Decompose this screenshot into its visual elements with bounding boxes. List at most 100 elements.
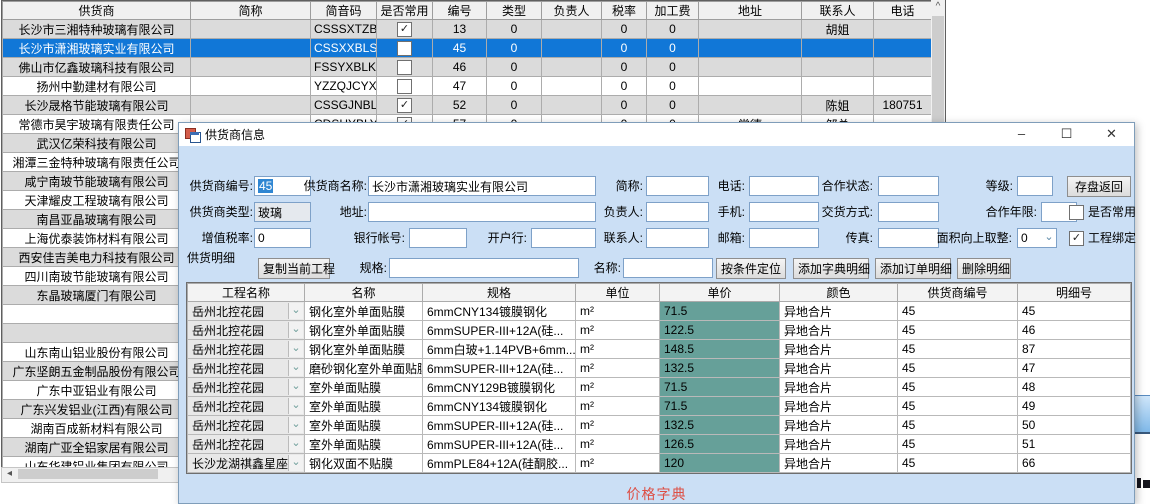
project-combo[interactable]: 岳州北控花园⌄	[188, 435, 305, 454]
phone-field[interactable]	[749, 176, 819, 196]
supplier-cell[interactable]	[377, 58, 433, 77]
detail-cell[interactable]: 148.5	[660, 340, 780, 359]
supplier-cell[interactable]: 180751	[874, 96, 932, 115]
supplier-cell[interactable]	[3, 305, 191, 324]
supplier-cell[interactable]: 46	[433, 58, 487, 77]
detail-row[interactable]: 岳州北控花园⌄钢化室外单面贴膜6mm白玻+1.14PVB+6mm...m²148…	[188, 340, 1131, 359]
supplier-cell[interactable]	[802, 77, 874, 96]
detail-cell[interactable]: 49	[1018, 397, 1131, 416]
supplier-cell[interactable]: 上海优泰装饰材料有限公司	[3, 229, 191, 248]
supplier-cell[interactable]: 0	[647, 39, 699, 58]
supplier-cell[interactable]: 常德市昊宇玻璃有限责任公司	[3, 115, 191, 134]
supplier-cell[interactable]: 武汉亿荣科技有限公司	[3, 134, 191, 153]
checkbox-icon[interactable]	[397, 41, 412, 56]
chevron-down-icon[interactable]: ⌄	[288, 303, 303, 319]
detail-cell[interactable]: 异地合片	[780, 416, 898, 435]
checkbox-icon[interactable]	[397, 79, 412, 94]
detail-cell[interactable]: 132.5	[660, 416, 780, 435]
detail-cell[interactable]: m²	[576, 302, 660, 321]
grade-field[interactable]	[1017, 176, 1053, 196]
supplier-cell[interactable]: 47	[433, 77, 487, 96]
supplier-cell[interactable]	[542, 58, 602, 77]
supplier-cell[interactable]: 0	[487, 96, 542, 115]
column-header[interactable]: 负责人	[542, 2, 602, 20]
supplier-cell[interactable]	[542, 39, 602, 58]
supplier-row[interactable]: 佛山市亿鑫玻璃科技有限公司FSSYXBLKJ...46000	[3, 58, 932, 77]
detail-cell[interactable]: 45	[898, 378, 1018, 397]
supplier-cell[interactable]	[802, 39, 874, 58]
detail-cell[interactable]: 6mmCNY129B镀膜钢化	[423, 378, 576, 397]
detail-cell[interactable]: 122.5	[660, 321, 780, 340]
detail-cell[interactable]: 45	[898, 321, 1018, 340]
supplier-cell[interactable]	[874, 39, 932, 58]
detail-cell[interactable]: 120	[660, 454, 780, 473]
supplier-cell[interactable]: 0	[647, 58, 699, 77]
supplier-cell[interactable]: ✓	[377, 96, 433, 115]
detail-cell[interactable]: 异地合片	[780, 454, 898, 473]
supplier-cell[interactable]	[542, 20, 602, 39]
detail-cell[interactable]: 48	[1018, 378, 1131, 397]
detail-column-header[interactable]: 单价	[660, 284, 780, 302]
supplier-cell[interactable]: 0	[487, 20, 542, 39]
chevron-down-icon[interactable]: ⌄	[288, 417, 303, 433]
column-header[interactable]: 类型	[487, 2, 542, 20]
detail-cell[interactable]: 45	[898, 435, 1018, 454]
checkbox-checked-icon[interactable]: ✓	[397, 98, 412, 113]
supplier-cell[interactable]: 山东南山铝业股份有限公司	[3, 343, 191, 362]
detail-cell[interactable]: 6mmCNY134镀膜钢化	[423, 302, 576, 321]
project-combo[interactable]: 岳州北控花园⌄	[188, 378, 305, 397]
detail-row[interactable]: 岳州北控花园⌄室外单面贴膜6mmCNY129B镀膜钢化m²71.5异地合片454…	[188, 378, 1131, 397]
supplier-cell[interactable]: 湘潭三金特种玻璃有限责任公司	[3, 153, 191, 172]
minimize-icon[interactable]: –	[999, 123, 1044, 146]
supplier-cell[interactable]	[699, 20, 802, 39]
supplier-cell[interactable]	[191, 20, 311, 39]
chevron-down-icon[interactable]: ⌄	[1042, 229, 1056, 247]
supplier-row[interactable]: 长沙晟格节能玻璃有限公司CSSGJNBLYXGS✓52000陈姐180751	[3, 96, 932, 115]
detail-cell[interactable]: 异地合片	[780, 397, 898, 416]
supplier-cell[interactable]	[191, 39, 311, 58]
project-combo[interactable]: 长沙龙湖祺鑫星座⌄	[188, 454, 305, 473]
supplier-cell[interactable]: 0	[602, 77, 647, 96]
detail-cell[interactable]: 71.5	[660, 302, 780, 321]
contact-field[interactable]	[646, 228, 709, 248]
detail-column-header[interactable]: 名称	[305, 284, 423, 302]
checkbox-icon[interactable]	[397, 60, 412, 75]
supplier-cell[interactable]: CSSGJNBLYXGS	[311, 96, 377, 115]
supplier-cell[interactable]: FSSYXBLKJ...	[311, 58, 377, 77]
detail-cell[interactable]: 6mmSUPER-III+12A(硅...	[423, 321, 576, 340]
maximize-icon[interactable]: ☐	[1044, 123, 1089, 146]
detail-cell[interactable]: 异地合片	[780, 302, 898, 321]
detail-cell[interactable]: 室外单面贴膜	[305, 435, 423, 454]
supplier-cell[interactable]	[191, 58, 311, 77]
supplier-cell[interactable]: 52	[433, 96, 487, 115]
supplier-cell[interactable]: 东晶玻璃厦门有限公司	[3, 286, 191, 305]
email-field[interactable]	[749, 228, 819, 248]
detail-cell[interactable]: 45	[1018, 302, 1131, 321]
supplier-cell[interactable]: 长沙市三湘特种玻璃有限公司	[3, 20, 191, 39]
detail-cell[interactable]: 47	[1018, 359, 1131, 378]
vat-field[interactable]	[254, 228, 311, 248]
supplier-cell[interactable]: 湖南百成新材料有限公司	[3, 419, 191, 438]
supplier-cell[interactable]	[699, 96, 802, 115]
supplier-cell[interactable]: 扬州中勤建材有限公司	[3, 77, 191, 96]
close-icon[interactable]: ✕	[1089, 123, 1134, 146]
column-header[interactable]: 联系人	[802, 2, 874, 20]
detail-column-header[interactable]: 工程名称	[188, 284, 305, 302]
supplier-cell[interactable]: 45	[433, 39, 487, 58]
supplier-row[interactable]: 扬州中勤建材有限公司YZZQJCYXGS47000	[3, 77, 932, 96]
locate-button[interactable]: 按条件定位	[716, 258, 786, 279]
detail-cell[interactable]: 磨砂钢化室外单面贴膜	[305, 359, 423, 378]
chevron-down-icon[interactable]: ⌄	[288, 341, 303, 357]
save-return-button[interactable]: 存盘返回	[1067, 176, 1131, 197]
detail-cell[interactable]: 钢化室外单面贴膜	[305, 302, 423, 321]
detail-cell[interactable]: 6mmCNY134镀膜钢化	[423, 397, 576, 416]
detail-column-header[interactable]: 供货商编号	[898, 284, 1018, 302]
delivery-field[interactable]	[878, 202, 939, 222]
detail-row[interactable]: 岳州北控花园⌄室外单面贴膜6mmSUPER-III+12A(硅...m²132.…	[188, 416, 1131, 435]
area-round-dropdown[interactable]: 0 ⌄	[1017, 228, 1057, 248]
detail-cell[interactable]: 异地合片	[780, 340, 898, 359]
detail-cell[interactable]: 71.5	[660, 378, 780, 397]
supplier-cell[interactable]: 0	[602, 20, 647, 39]
bank-account-field[interactable]	[409, 228, 467, 248]
is-common-checkbox[interactable]: 是否常用	[1069, 202, 1136, 222]
